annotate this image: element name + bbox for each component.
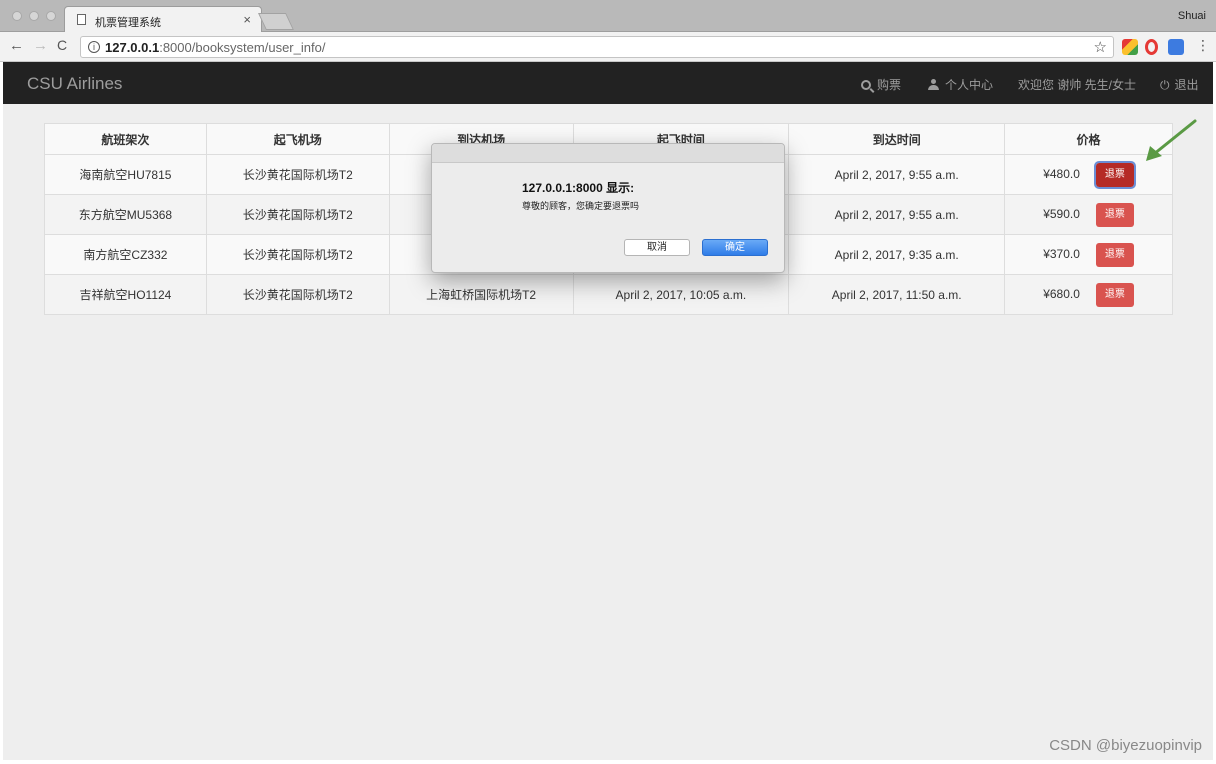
column-header: 起飞机场 <box>205 123 390 155</box>
column-header: 到达时间 <box>788 123 1006 155</box>
column-header: 航班架次 <box>44 123 207 155</box>
back-arrow-icon[interactable]: ← <box>9 37 24 54</box>
departure-airport-cell: 长沙黄花国际机场T2 <box>205 194 390 235</box>
window-minimize-dot[interactable] <box>29 11 39 21</box>
user-icon <box>928 79 939 90</box>
nav-logout[interactable]: ⏻ 退出 <box>1160 76 1199 93</box>
departure-airport-cell: 长沙黄花国际机场T2 <box>205 154 390 195</box>
search-icon <box>861 80 871 90</box>
arrival-airport-cell: 上海虹桥国际机场T2 <box>388 274 574 315</box>
forward-arrow-icon[interactable]: → <box>33 37 48 54</box>
site-navbar: CSU Airlines 购票 个人中心 欢迎您 谢帅 先生/女士 ⏻ 退出 <box>3 62 1213 104</box>
confirm-button[interactable]: 确定 <box>702 239 768 256</box>
flight-cell: 东方航空MU5368 <box>44 194 207 235</box>
confirm-dialog: 127.0.0.1:8000 显示: 尊敬的顾客，您确定要退票吗 取消 确定 <box>431 143 785 273</box>
browser-tab-strip: 机票管理系统 × Shuai <box>0 0 1216 33</box>
browser-profile-name[interactable]: Shuai <box>1178 10 1206 22</box>
dialog-titlebar <box>432 144 784 163</box>
browser-tab[interactable]: 机票管理系统 × <box>64 6 262 33</box>
reload-icon[interactable]: C <box>57 37 67 53</box>
annotation-arrow-icon <box>1146 119 1197 161</box>
dialog-message: 尊敬的顾客，您确定要退票吗 <box>522 201 640 211</box>
extension-blue-icon[interactable] <box>1168 39 1184 55</box>
price-cell: ¥590.0 退票 <box>1004 194 1173 235</box>
nav-buy-ticket[interactable]: 购票 <box>861 76 901 93</box>
price-value: ¥480.0 <box>1043 166 1080 181</box>
arrival-time-cell: April 2, 2017, 9:35 a.m. <box>788 234 1006 275</box>
refund-button[interactable]: 退票 <box>1095 242 1134 267</box>
departure-airport-cell: 长沙黄花国际机场T2 <box>205 274 390 315</box>
cancel-button[interactable]: 取消 <box>624 239 690 256</box>
flight-cell: 海南航空HU7815 <box>44 154 207 195</box>
opera-extension-icon[interactable] <box>1145 39 1158 55</box>
arrival-time-cell: April 2, 2017, 11:50 a.m. <box>788 274 1006 315</box>
price-cell: ¥680.0 退票 <box>1004 274 1173 315</box>
refund-button[interactable]: 退票 <box>1095 282 1134 307</box>
info-icon[interactable]: i <box>88 41 100 53</box>
price-value: ¥590.0 <box>1043 206 1080 221</box>
price-value: ¥680.0 <box>1043 286 1080 301</box>
nav-welcome-text: 欢迎您 谢帅 先生/女士 <box>1018 78 1137 92</box>
bookmark-star-icon[interactable]: ☆ <box>1094 38 1107 56</box>
price-cell: ¥370.0 退票 <box>1004 234 1173 275</box>
tab-close-icon[interactable]: × <box>243 12 251 27</box>
url-text: 127.0.0.1:8000/booksystem/user_info/ <box>105 40 326 55</box>
window-maximize-dot[interactable] <box>46 11 56 21</box>
document-icon <box>77 14 86 25</box>
departure-airport-cell: 长沙黄花国际机场T2 <box>205 234 390 275</box>
dialog-origin-text: 127.0.0.1:8000 显示: <box>522 181 635 195</box>
address-bar[interactable]: i 127.0.0.1:8000/booksystem/user_info/ ☆ <box>80 36 1114 58</box>
power-icon: ⏻ <box>1160 78 1170 92</box>
new-tab-button[interactable] <box>258 13 294 30</box>
extension-pinwheel-icon[interactable] <box>1122 39 1138 55</box>
refund-button[interactable]: 退票 <box>1095 202 1134 227</box>
site-brand[interactable]: CSU Airlines <box>27 74 122 94</box>
tab-title: 机票管理系统 <box>95 17 161 29</box>
flight-cell: 吉祥航空HO1124 <box>44 274 207 315</box>
nav-user-center[interactable]: 个人中心 <box>928 76 993 93</box>
flight-cell: 南方航空CZ332 <box>44 234 207 275</box>
refund-button[interactable]: 退票 <box>1093 160 1136 189</box>
window-close-dot[interactable] <box>12 11 22 21</box>
watermark: CSDN @biyezuopinvip <box>1049 737 1202 754</box>
table-row: 吉祥航空HO1124 长沙黄花国际机场T2 上海虹桥国际机场T2 April 2… <box>44 274 1173 315</box>
departure-time-cell: April 2, 2017, 10:05 a.m. <box>572 274 790 315</box>
browser-toolbar: ← → C i 127.0.0.1:8000/booksystem/user_i… <box>0 32 1216 62</box>
arrival-time-cell: April 2, 2017, 9:55 a.m. <box>788 154 1006 195</box>
price-value: ¥370.0 <box>1043 246 1080 261</box>
arrival-time-cell: April 2, 2017, 9:55 a.m. <box>788 194 1006 235</box>
browser-menu-icon[interactable]: ⋮ <box>1196 37 1210 54</box>
